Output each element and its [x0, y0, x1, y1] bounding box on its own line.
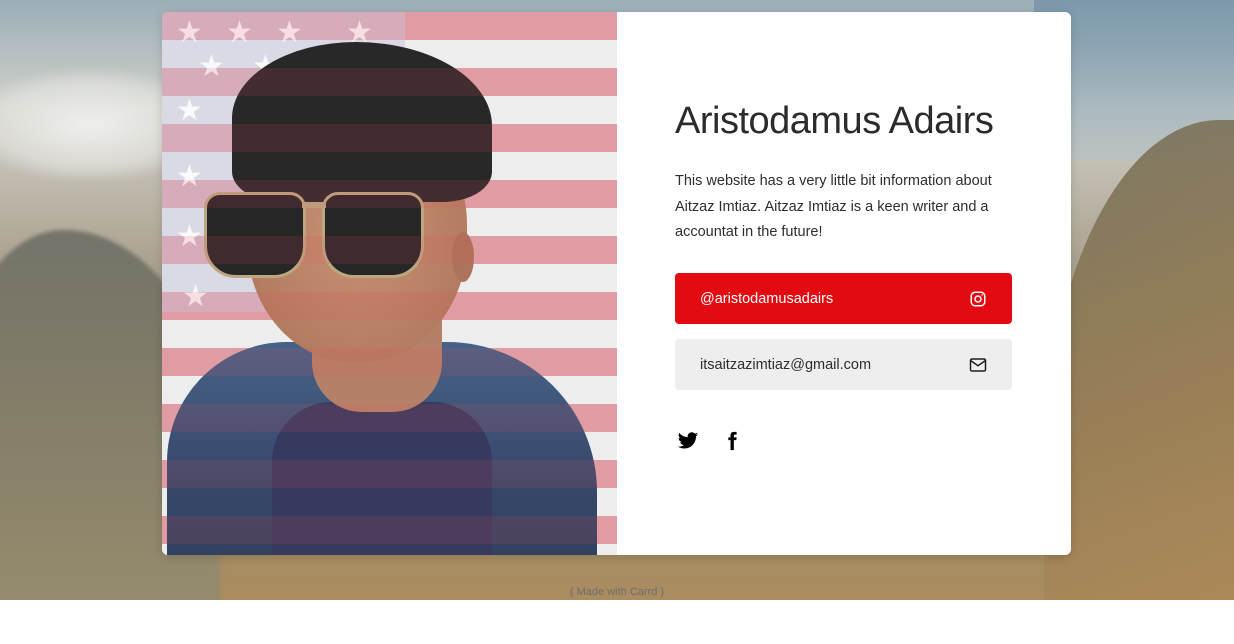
envelope-icon — [969, 357, 987, 372]
facebook-icon[interactable] — [721, 430, 743, 452]
profile-photo: ★ ★ ★ ★ ★ ★ ★ ★ ★ ★ — [162, 12, 617, 555]
instagram-button-label: @aristodamusadairs — [700, 290, 834, 307]
profile-bio: This website has a very little bit infor… — [675, 173, 992, 240]
profile-name: Aristodamus Adairs — [675, 100, 994, 142]
email-button-label: itsaitzazimtiaz@gmail.com — [700, 356, 872, 373]
made-with-carrd-link[interactable]: ( Made with Carrd ) — [0, 586, 1234, 598]
instagram-button[interactable]: @aristodamusadairs — [675, 273, 1012, 324]
profile-content: Aristodamus Adairs This website has a ve… — [675, 12, 1015, 555]
instagram-icon — [970, 291, 986, 306]
social-links — [677, 430, 743, 452]
profile-card: ★ ★ ★ ★ ★ ★ ★ ★ ★ ★ Aristodamus Adairs T… — [162, 12, 1071, 555]
email-button[interactable]: itsaitzazimtiaz@gmail.com — [675, 339, 1012, 390]
twitter-icon[interactable] — [677, 430, 699, 452]
